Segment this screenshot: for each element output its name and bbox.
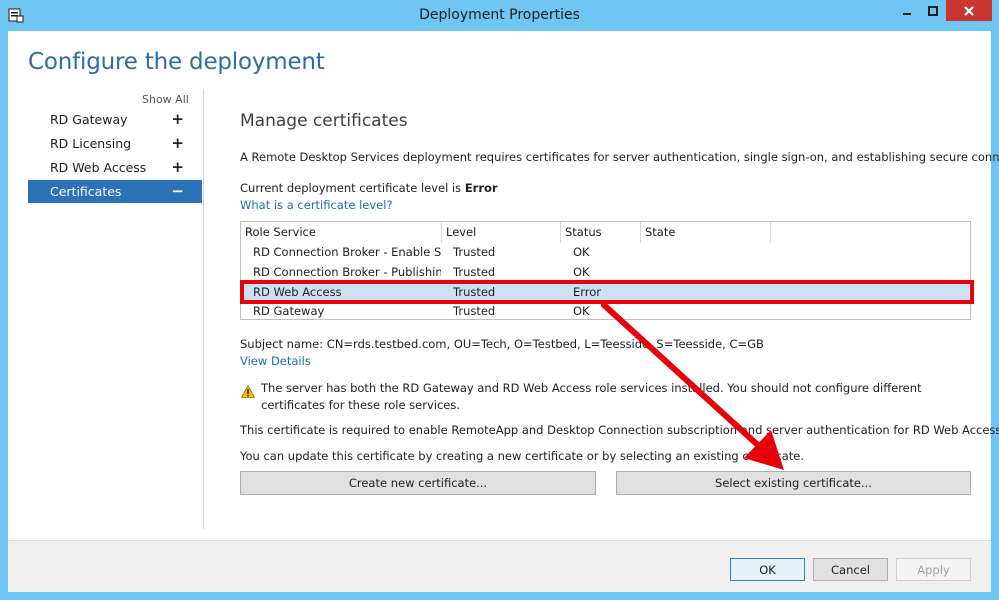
window-title: Deployment Properties [419, 7, 580, 23]
column-header-state[interactable]: State [641, 222, 771, 243]
warning-icon [240, 384, 256, 401]
level-cell: Trusted [453, 245, 496, 259]
update-instruction-text: You can update this certificate by creat… [240, 449, 805, 463]
expand-icon: + [171, 134, 184, 152]
sidebar-divider [203, 89, 204, 529]
sidebar-item-label: RD Gateway [50, 112, 128, 127]
column-header-role-service[interactable]: Role Service [241, 222, 442, 243]
role-cell: RD Connection Broker - Enable Single Sig… [253, 245, 441, 259]
sidebar-item-certificates[interactable]: Certificates − [28, 180, 202, 203]
close-button[interactable] [946, 0, 992, 21]
sidebar-item-rd-web-access[interactable]: RD Web Access + [28, 156, 202, 179]
level-label: Current deployment certificate level is [240, 181, 465, 195]
sidebar-item-label: RD Licensing [50, 136, 132, 151]
sidebar-item-label: RD Web Access [50, 160, 147, 175]
minimize-button[interactable] [895, 0, 919, 21]
sidebar-item-rd-gateway[interactable]: RD Gateway + [28, 108, 202, 131]
maximize-icon [928, 5, 938, 16]
maximize-button[interactable] [921, 0, 945, 21]
level-cell: Trusted [453, 304, 496, 318]
dialog-client-area: Configure the deployment Show All RD Gat… [8, 31, 999, 592]
section-title: Manage certificates [240, 111, 408, 131]
status-cell: OK [573, 245, 590, 259]
show-all-link[interactable]: Show All [142, 93, 189, 106]
table-row[interactable]: RD Gateway Trusted OK [242, 302, 969, 321]
expand-icon: + [171, 158, 184, 176]
apply-button[interactable]: Apply [896, 558, 971, 581]
column-header-status[interactable]: Status [561, 222, 641, 243]
page-heading: Configure the deployment [28, 49, 325, 75]
column-header-level[interactable]: Level [442, 222, 561, 243]
cancel-button[interactable]: Cancel [813, 558, 888, 581]
role-cell: RD Gateway [253, 304, 325, 318]
ok-button[interactable]: OK [730, 558, 805, 581]
select-existing-certificate-button[interactable]: Select existing certificate... [616, 471, 971, 495]
view-details-link[interactable]: View Details [240, 354, 311, 368]
status-cell: OK [573, 304, 590, 318]
dialog-footer: OK Cancel Apply [8, 540, 991, 592]
deployment-properties-window: Deployment Properties Configure the depl… [0, 0, 999, 600]
expand-icon: + [171, 110, 184, 128]
subject-name-text: Subject name: CN=rds.testbed.com, OU=Tec… [240, 337, 764, 351]
table-row[interactable]: RD Connection Broker - Enable Single Sig… [242, 243, 969, 262]
warning-text: The server has both the RD Gateway and R… [261, 381, 922, 412]
collapse-icon: − [171, 182, 184, 200]
certificate-level-line: Current deployment certificate level is … [240, 181, 498, 195]
sidebar-item-rd-licensing[interactable]: RD Licensing + [28, 132, 202, 155]
intro-text: A Remote Desktop Services deployment req… [240, 150, 999, 164]
sidebar-item-label: Certificates [50, 184, 122, 199]
minimize-icon [903, 12, 911, 15]
requirement-text: This certificate is required to enable R… [240, 423, 999, 437]
title-bar[interactable]: Deployment Properties [0, 0, 999, 31]
certificate-level-link[interactable]: What is a certificate level? [240, 198, 393, 212]
level-value: Error [464, 181, 498, 195]
red-highlight-box [240, 280, 974, 304]
close-icon [964, 5, 974, 16]
certificates-table: Role Service Level Status State RD Conne… [240, 221, 971, 320]
create-new-certificate-button[interactable]: Create new certificate... [240, 471, 596, 495]
